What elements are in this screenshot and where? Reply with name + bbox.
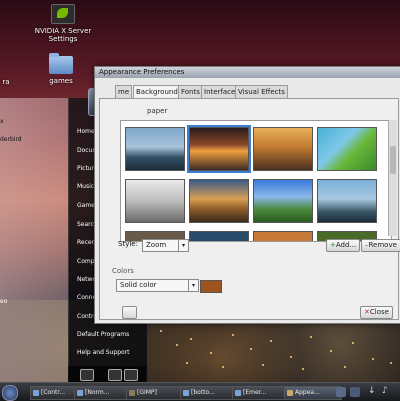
start-orb-icon[interactable]	[2, 385, 18, 401]
games-label: games	[49, 77, 73, 85]
chevron-down-icon: ▾	[178, 240, 188, 251]
style-label: Style:	[118, 240, 138, 248]
taskbar-task-label: Appea...	[295, 389, 320, 396]
taskbar-task[interactable]: [GIMP]	[126, 386, 188, 400]
wallpaper-thumbnail[interactable]	[125, 127, 185, 171]
window-icon	[33, 390, 39, 396]
nvidia-label-line2: Settings	[48, 35, 78, 43]
taskbar-task-label: [botto...	[191, 389, 215, 396]
start-menu-program-item[interactable]: derbird	[0, 136, 22, 143]
add-label: Add...	[335, 241, 357, 249]
nvidia-icon	[51, 4, 75, 24]
wallpaper-thumbnail[interactable]	[253, 127, 313, 171]
nvidia-label-line1: NVIDIA X Server	[34, 27, 92, 35]
games-desktop-icon[interactable]: games	[44, 53, 78, 85]
lock-icon[interactable]	[108, 369, 122, 381]
taskbar-task[interactable]: [Norm...	[74, 386, 134, 400]
tab-interface[interactable]: Interface	[201, 85, 239, 98]
tab-background[interactable]: Background	[133, 85, 181, 99]
remove-button[interactable]: –Remove	[361, 239, 400, 252]
tray-icon[interactable]	[336, 387, 346, 397]
tab-visual-effects[interactable]: Visual Effects	[235, 85, 288, 98]
wallpaper-thumbnail[interactable]	[253, 231, 313, 241]
partial-desktop-icon-label[interactable]: ra	[0, 78, 12, 86]
wallpaper-thumbnail[interactable]	[317, 127, 377, 171]
wallpaper-grid	[120, 120, 392, 242]
wallpaper-scrollbar[interactable]	[388, 120, 397, 236]
appearance-icon	[287, 390, 293, 396]
wallpaper-thumbnail[interactable]	[253, 179, 313, 223]
wallpaper-thumbnail-selected[interactable]	[187, 125, 251, 173]
nvidia-settings-desktop-icon[interactable]: NVIDIA X Server Settings	[28, 4, 98, 43]
folder-icon	[49, 53, 73, 74]
folder-icon	[77, 390, 83, 396]
wallpaper-thumbnail[interactable]	[189, 179, 249, 223]
colors-section-label: Colors	[112, 267, 134, 275]
wallpaper-section-label: paper	[147, 107, 168, 115]
close-label: Close	[369, 308, 389, 316]
tab-bar: me Background Fonts Interface Visual Eff…	[95, 85, 400, 99]
add-button[interactable]: +Add...	[326, 239, 361, 252]
start-menu-programs-pane: x derbird eo	[0, 98, 68, 384]
window-title[interactable]: Appearance Preferences	[95, 67, 400, 78]
style-combobox[interactable]: Zoom ▾	[142, 239, 189, 252]
taskbar-task-active[interactable]: Appea...	[284, 386, 342, 400]
gimp-icon	[129, 390, 135, 396]
taskbar: [Contr... [Norm... [GIMP] [botto... [Eme…	[0, 382, 400, 401]
tab-theme[interactable]: me	[115, 85, 133, 98]
power-button-bar	[68, 366, 146, 382]
color-mode-combobox[interactable]: Solid color ▾	[116, 279, 199, 292]
power-icon[interactable]	[80, 369, 94, 381]
download-arrow-icon[interactable]: ↓	[368, 386, 376, 396]
scrollbar-thumb[interactable]	[390, 146, 396, 174]
wallpaper-thumbnail[interactable]	[189, 231, 249, 241]
shutdown-options-icon[interactable]	[124, 369, 138, 381]
color-mode-value: Solid color	[120, 281, 157, 289]
tab-fonts[interactable]: Fonts	[178, 85, 203, 98]
taskbar-task[interactable]: [botto...	[180, 386, 240, 400]
tray-icon[interactable]	[350, 387, 360, 397]
window-icon	[235, 390, 241, 396]
color-swatch-button[interactable]	[200, 280, 222, 293]
start-menu-program-item[interactable]: eo	[0, 298, 7, 305]
wallpaper-thumbnail[interactable]	[125, 179, 185, 223]
style-value: Zoom	[146, 241, 167, 249]
taskbar-task-label: [GIMP]	[137, 389, 157, 396]
volume-icon[interactable]: ♪	[382, 386, 388, 396]
taskbar-task[interactable]: [Emer...	[232, 386, 292, 400]
taskbar-task-label: [Norm...	[85, 389, 110, 396]
taskbar-task-label: [Contr...	[41, 389, 65, 396]
wallpaper-thumbnail[interactable]	[317, 179, 377, 223]
start-menu-program-item[interactable]: x	[0, 118, 4, 125]
menu-item-help-and-support[interactable]: Help and Support	[77, 349, 145, 356]
remove-label: Remove	[368, 241, 397, 249]
close-button[interactable]: ✕Close	[360, 306, 393, 319]
chevron-down-icon: ▾	[188, 280, 198, 291]
folder-icon	[183, 390, 189, 396]
taskbar-task-label: [Emer...	[243, 389, 267, 396]
menu-item-default-programs[interactable]: Default Programs	[77, 331, 145, 338]
help-button-partial[interactable]	[122, 306, 137, 319]
